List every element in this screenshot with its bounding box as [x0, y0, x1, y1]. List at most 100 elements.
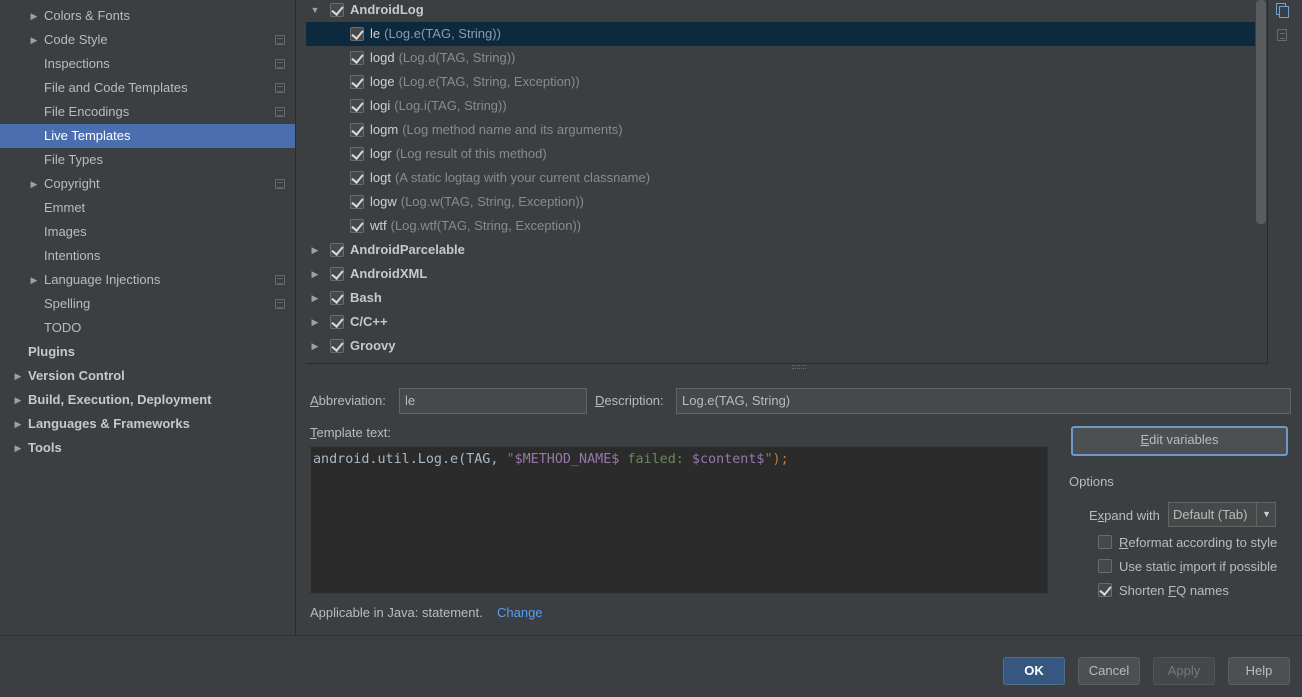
sidebar-item[interactable]: ▶ Copyright: [0, 172, 295, 196]
template-item-text: logw (Log.w(TAG, String, Exception)): [370, 190, 584, 214]
template-item-text: logd (Log.d(TAG, String)): [370, 46, 515, 70]
template-item[interactable]: le (Log.e(TAG, String)): [306, 22, 1255, 46]
template-group-label: AndroidParcelable: [350, 242, 465, 257]
sidebar-item[interactable]: ▶ Languages & Frameworks: [0, 412, 295, 436]
template-code-line[interactable]: android.util.Log.e(TAG, "$METHOD_NAME$ f…: [313, 451, 789, 469]
template-checkbox[interactable]: [330, 267, 344, 281]
template-checkbox[interactable]: [350, 51, 364, 65]
project-scope-icon: [275, 107, 285, 117]
chevron-right-icon[interactable]: ▶: [309, 238, 321, 262]
sidebar-item[interactable]: ▶ Tools: [0, 436, 295, 460]
change-context-link[interactable]: Change: [497, 605, 543, 621]
option-checkbox[interactable]: [1098, 559, 1112, 573]
sidebar-item[interactable]: File Types: [0, 148, 295, 172]
sidebar-item[interactable]: ▶ Build, Execution, Deployment: [0, 388, 295, 412]
help-button[interactable]: Help: [1228, 657, 1290, 685]
sidebar-item-label: Emmet: [44, 200, 86, 215]
template-checkbox[interactable]: [330, 339, 344, 353]
chevron-right-icon[interactable]: ▶: [12, 388, 24, 412]
chevron-right-icon[interactable]: ▶: [28, 28, 40, 52]
sidebar-item[interactable]: File Encodings: [0, 100, 295, 124]
sidebar-item[interactable]: File and Code Templates: [0, 76, 295, 100]
sidebar-item[interactable]: Images: [0, 220, 295, 244]
template-checkbox[interactable]: [330, 291, 344, 305]
sidebar-item[interactable]: Live Templates: [0, 124, 295, 148]
edit-variables-button[interactable]: Edit variables: [1071, 426, 1288, 456]
template-checkbox[interactable]: [350, 195, 364, 209]
template-group[interactable]: ▶ C/C++: [306, 310, 1255, 334]
template-group[interactable]: ▶ Bash: [306, 286, 1255, 310]
sidebar-item[interactable]: Emmet: [0, 196, 295, 220]
template-text-editor[interactable]: android.util.Log.e(TAG, "$METHOD_NAME$ f…: [310, 446, 1061, 594]
template-checkbox[interactable]: [330, 243, 344, 257]
template-checkbox[interactable]: [330, 315, 344, 329]
chevron-right-icon[interactable]: ▶: [12, 436, 24, 460]
chevron-right-icon[interactable]: ▶: [309, 310, 321, 334]
sidebar-item[interactable]: ▶ Language Injections: [0, 268, 295, 292]
sidebar-item[interactable]: ▶ Version Control: [0, 364, 295, 388]
template-description: (Log result of this method): [395, 146, 547, 161]
template-checkbox[interactable]: [350, 75, 364, 89]
template-item[interactable]: logm (Log method name and its arguments): [306, 118, 1255, 142]
apply-button[interactable]: Apply: [1153, 657, 1215, 685]
sidebar-item[interactable]: ▶ Code Style: [0, 28, 295, 52]
panel-divider[interactable]: [295, 0, 296, 635]
chevron-down-icon[interactable]: ▼: [309, 0, 321, 22]
template-item-text: loge (Log.e(TAG, String, Exception)): [370, 70, 580, 94]
template-checkbox[interactable]: [350, 99, 364, 113]
sidebar-item-label: Build, Execution, Deployment: [28, 392, 212, 407]
splitter-handle[interactable]: [792, 365, 806, 369]
chevron-right-icon[interactable]: ▶: [12, 412, 24, 436]
chevron-right-icon[interactable]: ▶: [12, 364, 24, 388]
ok-button[interactable]: OK: [1003, 657, 1065, 685]
expand-with-value: Default (Tab): [1173, 507, 1248, 522]
project-scope-icon: [275, 35, 285, 45]
templates-tree-scrollbar[interactable]: [1256, 0, 1266, 224]
template-description: (Log method name and its arguments): [402, 122, 623, 137]
template-group-label: AndroidXML: [350, 266, 428, 281]
sidebar-item[interactable]: Spelling: [0, 292, 295, 316]
template-item[interactable]: logi (Log.i(TAG, String)): [306, 94, 1255, 118]
template-item[interactable]: wtf (Log.wtf(TAG, String, Exception)): [306, 214, 1255, 238]
cancel-button[interactable]: Cancel: [1078, 657, 1140, 685]
chevron-right-icon[interactable]: ▶: [28, 172, 40, 196]
chevron-right-icon[interactable]: ▶: [28, 4, 40, 28]
copy-icon[interactable]: [1274, 3, 1290, 19]
template-item[interactable]: logr (Log result of this method): [306, 142, 1255, 166]
template-checkbox[interactable]: [350, 171, 364, 185]
chevron-right-icon[interactable]: ▶: [309, 262, 321, 286]
description-input[interactable]: Log.e(TAG, String): [676, 388, 1291, 414]
template-checkbox[interactable]: [350, 147, 364, 161]
template-checkbox[interactable]: [350, 219, 364, 233]
template-group[interactable]: ▼ AndroidLog: [306, 0, 1255, 22]
option-checkbox[interactable]: [1098, 583, 1112, 597]
template-item[interactable]: logd (Log.d(TAG, String)): [306, 46, 1255, 70]
chevron-right-icon[interactable]: ▶: [309, 286, 321, 310]
expand-with-select[interactable]: Default (Tab) ▼: [1168, 502, 1276, 527]
sidebar-item[interactable]: ▶ Colors & Fonts: [0, 4, 295, 28]
template-item[interactable]: logt (A static logtag with your current c…: [306, 166, 1255, 190]
sidebar-item[interactable]: TODO: [0, 316, 295, 340]
abbreviation-input[interactable]: le: [399, 388, 587, 414]
template-abbreviation: logw: [370, 194, 397, 209]
template-checkbox[interactable]: [350, 123, 364, 137]
chevron-right-icon[interactable]: ▶: [28, 268, 40, 292]
sidebar-item[interactable]: Plugins: [0, 340, 295, 364]
template-group[interactable]: ▶ AndroidParcelable: [306, 238, 1255, 262]
description-label: Description:: [595, 393, 664, 408]
template-group[interactable]: ▶ Groovy: [306, 334, 1255, 358]
sidebar-item-label: Copyright: [44, 176, 100, 191]
template-item[interactable]: logw (Log.w(TAG, String, Exception)): [306, 190, 1255, 214]
sidebar-item[interactable]: Inspections: [0, 52, 295, 76]
document-icon[interactable]: [1274, 28, 1290, 44]
sidebar-item[interactable]: Intentions: [0, 244, 295, 268]
option-checkbox[interactable]: [1098, 535, 1112, 549]
template-checkbox[interactable]: [330, 3, 344, 17]
chevron-down-icon[interactable]: ▼: [1262, 503, 1271, 526]
option-checkbox-label: Reformat according to style: [1119, 535, 1278, 550]
template-item[interactable]: loge (Log.e(TAG, String, Exception)): [306, 70, 1255, 94]
chevron-right-icon[interactable]: ▶: [309, 334, 321, 358]
editor-scrollbar[interactable]: [1047, 446, 1061, 594]
template-checkbox[interactable]: [350, 27, 364, 41]
template-group[interactable]: ▶ AndroidXML: [306, 262, 1255, 286]
